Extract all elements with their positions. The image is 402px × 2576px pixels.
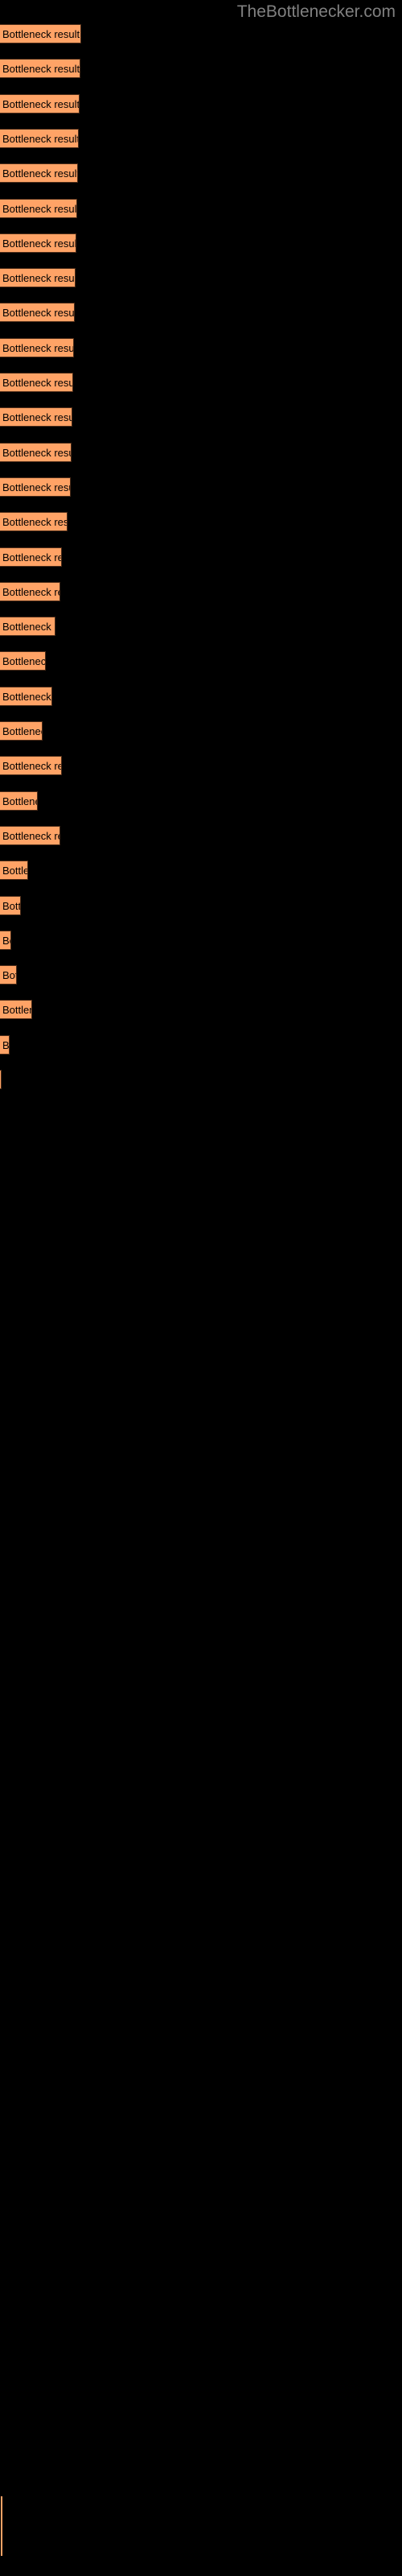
bottleneck-result-bar[interactable]: Bottleneck result (0, 547, 62, 567)
bar-row: Bottleneck result (0, 930, 402, 950)
bar-row: Bottleneck result (0, 581, 402, 601)
bar-label: Bottleneck result (2, 446, 71, 459)
bottleneck-result-bar[interactable]: Bottleneck result (0, 1070, 2, 1089)
bar-row: Bottleneck result (0, 756, 402, 776)
bar-row: Bottleneck result (0, 895, 402, 915)
bar-row: Bottleneck result (0, 1070, 402, 1089)
bar-row: Bottleneck result (0, 547, 402, 567)
bottleneck-result-bar[interactable]: Bottleneck result (0, 1000, 32, 1020)
bar-label: Bottleneck result (2, 829, 59, 842)
bottleneck-result-bar[interactable]: Bottleneck result (0, 268, 76, 288)
bar-row: Bottleneck result (0, 163, 402, 184)
bar-row: Bottleneck result (0, 303, 402, 323)
bottleneck-result-bar[interactable]: Bottleneck result (0, 59, 80, 79)
bottleneck-result-bar[interactable]: Bottleneck result (0, 512, 68, 532)
bottleneck-result-bar[interactable]: Bottleneck result (0, 721, 43, 741)
bar-row: Bottleneck result (0, 128, 402, 148)
bottleneck-result-bar[interactable]: Bottleneck result (0, 163, 78, 184)
bar-label: Bottleneck result (2, 237, 76, 250)
bar-label: Bottleneck result (2, 934, 10, 947)
bottleneck-result-bar[interactable]: Bottleneck result (0, 756, 62, 776)
bar-row: Bottleneck result (0, 617, 402, 637)
bar-row: Bottleneck result (0, 93, 402, 114)
bottleneck-result-bar[interactable]: Bottleneck result (0, 895, 21, 915)
bar-row: Bottleneck result (0, 337, 402, 357)
bottleneck-result-bar[interactable]: Bottleneck result (0, 24, 81, 43)
axis-line (1, 2496, 2, 2556)
bar-row: Bottleneck result (0, 268, 402, 288)
bar-row: Bottleneck result (0, 965, 402, 985)
bar-label: Bottleneck result (2, 1004, 31, 1017)
bar-label: Bottleneck result (2, 655, 46, 668)
bar-row: Bottleneck result (0, 233, 402, 253)
bottleneck-result-bar[interactable]: Bottleneck result (0, 617, 55, 637)
bar-row: Bottleneck result (0, 442, 402, 462)
bar-label: Bottleneck result (2, 725, 42, 737)
bar-label: Bottleneck result (2, 411, 72, 424)
bar-row: Bottleneck result (0, 651, 402, 671)
bar-row: Bottleneck result (0, 721, 402, 741)
bar-row: Bottleneck result (0, 825, 402, 845)
bar-label: Bottleneck result (2, 551, 61, 564)
bar-label: Bottleneck result (2, 621, 55, 634)
bar-row: Bottleneck result (0, 407, 402, 427)
bar-row: Bottleneck result (0, 512, 402, 532)
bar-row: Bottleneck result (0, 1034, 402, 1055)
bar-row: Bottleneck result (0, 59, 402, 79)
bar-label: Bottleneck result (2, 969, 16, 982)
bar-row: Bottleneck result (0, 477, 402, 497)
bar-label: Bottleneck result (2, 760, 61, 773)
bar-label: Bottleneck result (2, 1038, 10, 1051)
bar-row: Bottleneck result (0, 861, 402, 881)
bar-label: Bottleneck result (2, 516, 68, 529)
bottleneck-result-bar[interactable]: Bottleneck result (0, 581, 60, 601)
bottleneck-result-bar[interactable]: Bottleneck result (0, 128, 79, 148)
bar-label: Bottleneck result (2, 272, 76, 285)
bar-label: Bottleneck result (2, 63, 80, 76)
bottleneck-result-bar[interactable]: Bottleneck result (0, 825, 60, 845)
bar-label: Bottleneck result (2, 481, 70, 493)
bar-label: Bottleneck result (2, 132, 79, 145)
bottleneck-result-bar[interactable]: Bottleneck result (0, 791, 38, 811)
bar-label: Bottleneck result (2, 28, 80, 40)
bottleneck-result-bar[interactable]: Bottleneck result (0, 1034, 10, 1055)
bottleneck-result-bar[interactable]: Bottleneck result (0, 651, 46, 671)
bottleneck-result-bar[interactable]: Bottleneck result (0, 930, 11, 950)
bottleneck-result-bar[interactable]: Bottleneck result (0, 233, 76, 253)
bar-label: Bottleneck result (2, 202, 77, 215)
bottleneck-result-bar[interactable]: Bottleneck result (0, 861, 28, 881)
bar-row: Bottleneck result (0, 24, 402, 43)
bar-label: Bottleneck result (2, 307, 75, 320)
bottleneck-result-bar[interactable]: Bottleneck result (0, 198, 77, 218)
bar-label: Bottleneck result (2, 690, 51, 703)
bar-label: Bottleneck result (2, 899, 21, 912)
bar-label: Bottleneck result (2, 377, 73, 389)
bottleneck-result-bar[interactable]: Bottleneck result (0, 442, 72, 462)
bottleneck-result-bar[interactable]: Bottleneck result (0, 93, 80, 114)
bar-row: Bottleneck result (0, 791, 402, 811)
bottleneck-result-bar[interactable]: Bottleneck result (0, 407, 72, 427)
bottleneck-result-bar[interactable]: Bottleneck result (0, 686, 52, 706)
bar-label: Bottleneck result (2, 795, 37, 807)
bottleneck-result-bar[interactable]: Bottleneck result (0, 373, 73, 392)
bar-label: Bottleneck result (2, 97, 80, 110)
bar-label: Bottleneck result (2, 341, 74, 354)
bar-label: Bottleneck result (2, 865, 27, 877)
bar-row: Bottleneck result (0, 686, 402, 706)
bottleneck-result-bar[interactable]: Bottleneck result (0, 337, 74, 357)
bar-label: Bottleneck result (2, 585, 59, 598)
bar-row: Bottleneck result (0, 198, 402, 218)
bottleneck-result-bar[interactable]: Bottleneck result (0, 303, 75, 323)
bottleneck-result-bar[interactable]: Bottleneck result (0, 477, 71, 497)
bar-label: Bottleneck result (2, 167, 78, 180)
bottleneck-bar-chart: Bottleneck result Bottleneck result Bottle… (0, 0, 402, 2576)
bar-row: Bottleneck result (0, 1000, 402, 1020)
bar-row: Bottleneck result (0, 373, 402, 392)
bottleneck-result-bar[interactable]: Bottleneck result (0, 965, 17, 985)
